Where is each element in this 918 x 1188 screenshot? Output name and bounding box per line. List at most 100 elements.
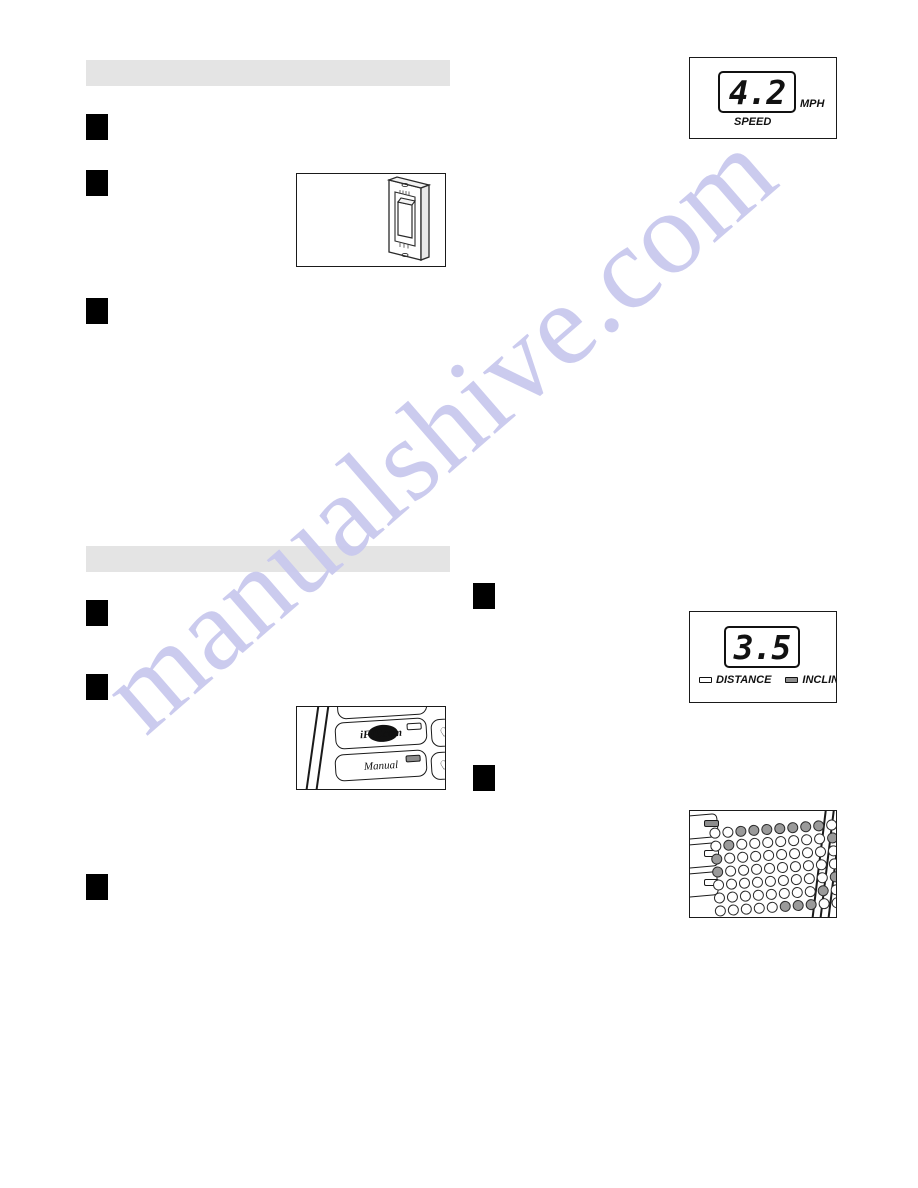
console-button-side-1[interactable]: ♡ [430,716,446,748]
dot-matrix-cell [803,872,816,885]
dot-matrix-cell [740,903,753,915]
dot-matrix-cell [827,845,836,857]
heart-icon-2: ♡ [437,757,446,774]
dot-matrix-cell [776,861,789,874]
speed-led-window: 4.2 [718,71,796,113]
dot-matrix-cell [712,879,725,891]
dot-matrix-cell [724,865,737,877]
dot-matrix-cell [800,833,813,846]
dot-matrix-cell [814,845,827,858]
dot-matrix-cell [775,848,788,861]
dot-matrix-cell [789,860,802,873]
dot-matrix-cell [737,864,750,877]
dot-matrix-cell [812,820,825,832]
step-marker-top-3 [86,298,108,324]
dot-matrix-cell [830,883,836,896]
incline-indicator-group: INCLINE [785,674,836,686]
dot-matrix-cell [760,823,773,836]
dot-matrix-cell [826,832,836,844]
incline-indicator-icon [785,677,799,683]
dot-matrix-cell [709,840,722,852]
speed-unit-label: MPH [800,98,825,110]
incline-label: INCLINE [802,674,836,686]
dot-matrix-cell [779,900,792,913]
heart-icon: ♡ [437,724,446,741]
console-button-ifit-label: iFIT.com [359,726,403,741]
distance-incline-value: 3.5 [733,627,792,667]
dot-matrix-cell [778,887,791,900]
dot-matrix-figure [689,810,837,918]
distance-incline-display-figure: 3.5 DISTANCE INCLINE [689,611,837,703]
speed-value: 4.2 [728,72,787,112]
dot-matrix-cell [790,873,803,886]
dot-matrix-cell [774,835,787,848]
dot-matrix-cell [735,825,747,838]
dot-matrix-cell [722,839,735,852]
dot-matrix-cell [762,849,775,862]
step-marker-bottom-right-1 [473,583,495,609]
manual-page: manualshive.com 4.2 MPH SPEED 3.5 DISTAN… [0,0,918,1188]
dot-matrix-cell [805,898,818,911]
speed-display-figure: 4.2 MPH SPEED [689,57,837,139]
distance-indicator-icon [699,677,712,683]
dot-matrix-cell [792,899,805,912]
speed-caption-label: SPEED [734,116,772,128]
dot-matrix-cell [787,834,800,847]
dot-matrix-cell [750,863,763,876]
distance-incline-led-window: 3.5 [724,626,800,668]
dot-matrix-cell [726,891,739,903]
console-button-ifit[interactable]: iFIT.com [334,717,428,750]
dot-matrix-cell [711,866,724,878]
dot-matrix-cell [818,897,830,910]
console-buttons-figure: iFIT.com Manual ♡ ♡ [296,706,446,790]
console-button-manual[interactable]: Manual [334,749,428,782]
dot-matrix-cell [813,832,826,845]
step-marker-bottom-right-2 [473,765,495,791]
step-marker-bottom-3 [86,874,108,900]
dot-matrix-cell [764,875,777,888]
section-heading-bar-bottom [86,546,450,572]
dot-matrix-cell [747,824,760,837]
dot-matrix-cell [829,870,836,883]
dot-matrix-cell [725,878,738,890]
section-heading-bar-top [86,60,450,86]
wall-switch-icon [386,176,432,261]
dot-matrix-cell [727,904,740,916]
dot-matrix-cell [799,820,812,833]
dot-matrix-cell [802,859,815,872]
dotmatrix-side-indicator-1-icon [704,820,719,827]
dot-matrix-cell [804,885,817,898]
dot-matrix-cell [714,905,727,917]
watermark: manualshive.com [0,0,918,1188]
step-marker-top-2 [86,170,108,196]
dot-matrix-cell [709,827,721,839]
wall-switch-figure [296,173,446,267]
dot-matrix-cell [791,886,804,899]
distance-incline-caption-row: DISTANCE INCLINE [699,674,836,686]
dot-matrix-cell [748,837,761,850]
dot-matrix-cell [739,890,752,903]
console-button-side-2[interactable]: ♡ [430,749,446,781]
dot-matrix-cell [788,847,801,860]
dot-matrix-cell [786,821,799,834]
console-button-manual-label: Manual [363,758,399,773]
dot-matrix-cell [801,846,814,859]
dot-matrix-grid [709,818,836,917]
dot-matrix-cell [815,858,828,871]
console-button-manual-indicator-icon [405,754,421,763]
dot-matrix-cell [766,901,779,914]
dot-matrix-cell [736,851,749,864]
dot-matrix-cell [816,871,829,884]
dot-matrix-cell [773,822,786,835]
step-marker-top-1 [86,114,108,140]
dot-matrix-cell [817,884,830,897]
distance-indicator-group: DISTANCE [699,674,771,686]
dot-matrix-cell [765,888,778,901]
dot-matrix-cell [777,874,790,887]
dot-matrix-cell [713,892,726,904]
dot-matrix-cell [752,889,765,902]
distance-label: DISTANCE [716,674,772,686]
console-button-ifit-indicator-icon [406,722,422,731]
dot-matrix-cell [753,902,766,915]
dot-matrix-cell [738,877,751,890]
